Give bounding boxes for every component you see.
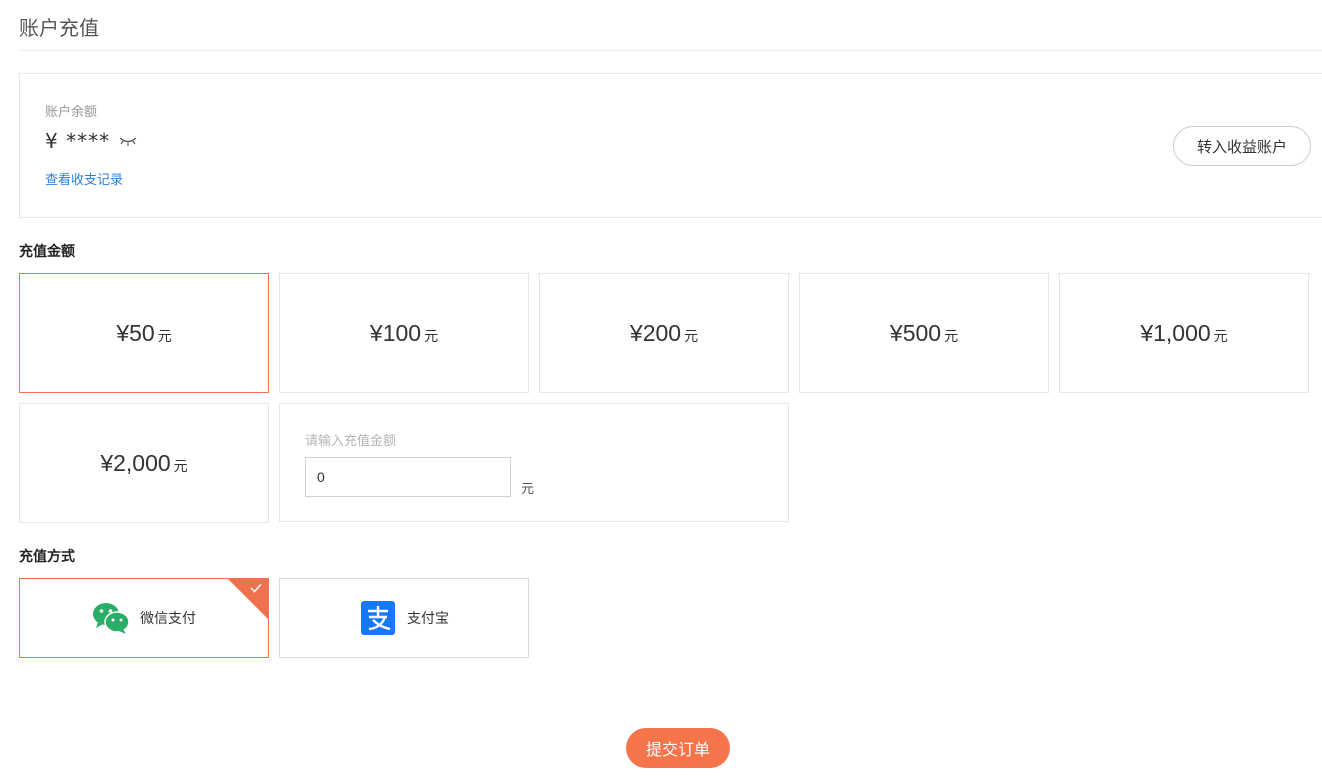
custom-amount-input[interactable] xyxy=(305,457,511,497)
custom-amount-card: 请输入充值金额 元 xyxy=(279,403,789,522)
amount-value: ¥500 xyxy=(889,319,942,346)
payment-label: 支付宝 xyxy=(407,611,449,627)
amount-unit: 元 xyxy=(944,328,959,345)
payment-option-alipay[interactable]: 支付宝 xyxy=(279,578,529,658)
amount-value: ¥1,000 xyxy=(1140,319,1211,346)
payment-label: 微信支付 xyxy=(140,611,196,627)
amount-value: ¥2,000 xyxy=(100,449,171,476)
balance-value: ¥ **** xyxy=(45,129,111,153)
check-icon xyxy=(250,583,262,593)
alipay-icon xyxy=(359,601,397,635)
amount-option-2000[interactable]: ¥2,000 元 xyxy=(19,403,269,523)
amount-option-1000[interactable]: ¥1,000 元 xyxy=(1059,273,1309,393)
transfer-to-earnings-button[interactable]: 转入收益账户 xyxy=(1173,126,1311,166)
amount-value: ¥50 xyxy=(116,319,155,346)
amount-unit: 元 xyxy=(157,328,172,345)
amount-unit: 元 xyxy=(684,328,699,345)
custom-amount-label: 请输入充值金额 xyxy=(305,434,397,449)
amount-section-title: 充值金额 xyxy=(19,244,75,260)
balance-label: 账户余额 xyxy=(45,105,98,120)
amount-value: ¥200 xyxy=(629,319,682,346)
amount-unit: 元 xyxy=(173,458,188,475)
page-title: 账户充值 xyxy=(19,16,99,40)
amount-option-200[interactable]: ¥200 元 xyxy=(539,273,789,393)
wechat-pay-icon xyxy=(92,601,130,635)
amount-option-50[interactable]: ¥50 元 xyxy=(19,273,269,393)
title-divider xyxy=(19,50,1322,51)
balance-value-row: ¥ **** xyxy=(45,129,138,153)
amount-unit: 元 xyxy=(424,328,439,345)
amount-option-500[interactable]: ¥500 元 xyxy=(799,273,1049,393)
custom-amount-unit: 元 xyxy=(521,482,535,497)
amount-unit: 元 xyxy=(1213,328,1228,345)
payment-method-title: 充值方式 xyxy=(19,549,75,565)
transaction-records-link[interactable]: 查看收支记录 xyxy=(45,169,123,188)
amount-option-100[interactable]: ¥100 元 xyxy=(279,273,529,393)
amount-value: ¥100 xyxy=(369,319,422,346)
submit-order-button[interactable]: 提交订单 xyxy=(626,728,730,768)
payment-option-wechat[interactable]: 微信支付 xyxy=(19,578,269,658)
eye-closed-icon[interactable] xyxy=(118,135,138,147)
balance-card: 账户余额 ¥ **** 查看收支记录 转入收益账户 xyxy=(19,73,1322,218)
